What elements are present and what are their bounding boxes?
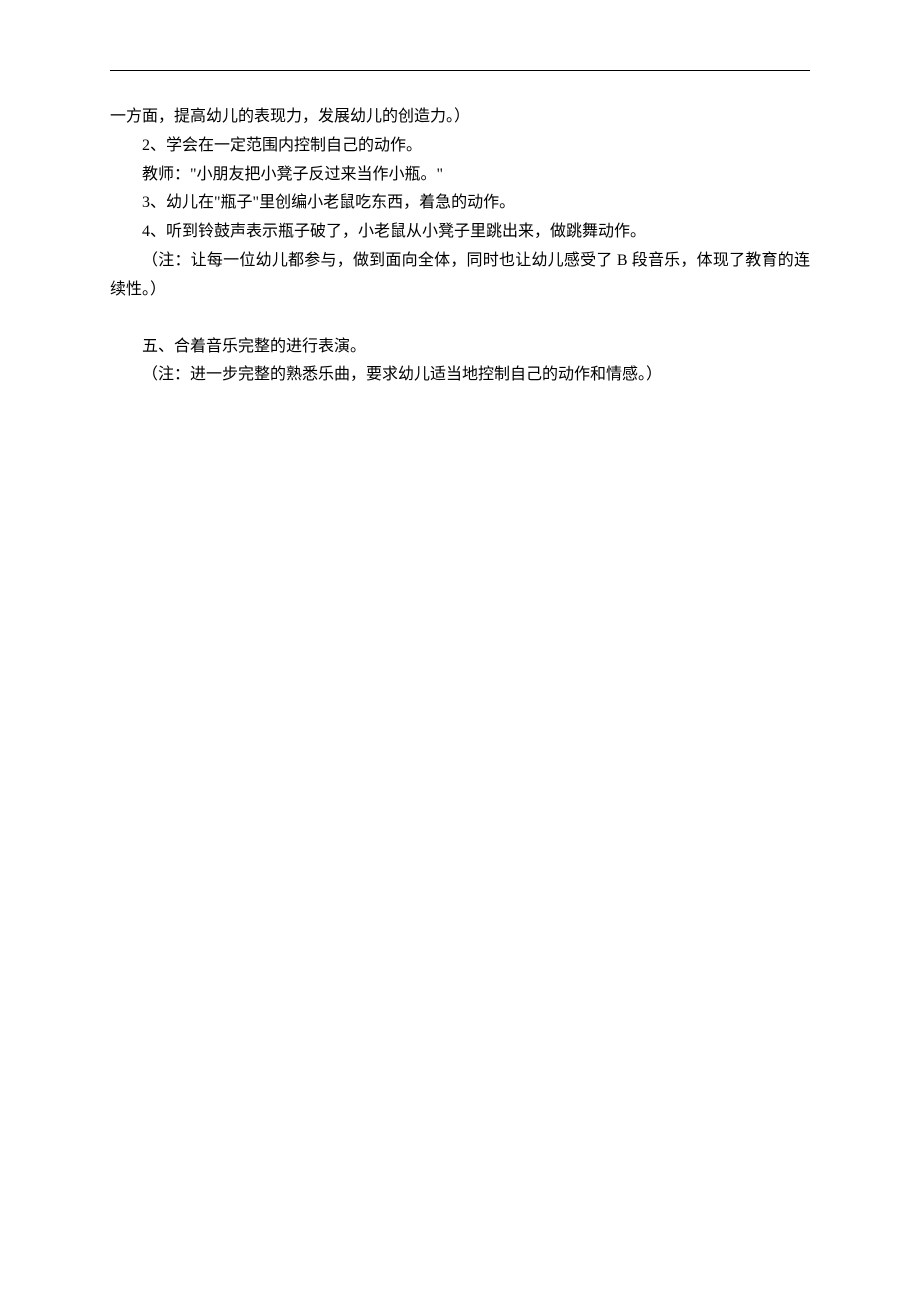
body-text-line-2: 2、学会在一定范围内控制自己的动作。: [110, 132, 810, 161]
page-container: 一方面，提高幼儿的表现力，发展幼儿的创造力。） 2、学会在一定范围内控制自己的动…: [0, 0, 920, 390]
horizontal-divider: [110, 70, 810, 71]
body-text-line-7: 五、合着音乐完整的进行表演。: [110, 333, 810, 362]
body-text-line-1: 一方面，提高幼儿的表现力，发展幼儿的创造力。）: [110, 103, 810, 132]
body-text-line-8: （注：进一步完整的熟悉乐曲，要求幼儿适当地控制自己的动作和情感。）: [110, 361, 810, 390]
body-text-line-4: 3、幼儿在"瓶子"里创编小老鼠吃东西，着急的动作。: [110, 189, 810, 218]
body-text-line-3: 教师："小朋友把小凳子反过来当作小瓶。": [110, 161, 810, 190]
body-text-line-6: （注：让每一位幼儿都参与，做到面向全体，同时也让幼儿感受了 B 段音乐，体现了教…: [110, 247, 810, 305]
body-text-line-5: 4、听到铃鼓声表示瓶子破了，小老鼠从小凳子里跳出来，做跳舞动作。: [110, 218, 810, 247]
